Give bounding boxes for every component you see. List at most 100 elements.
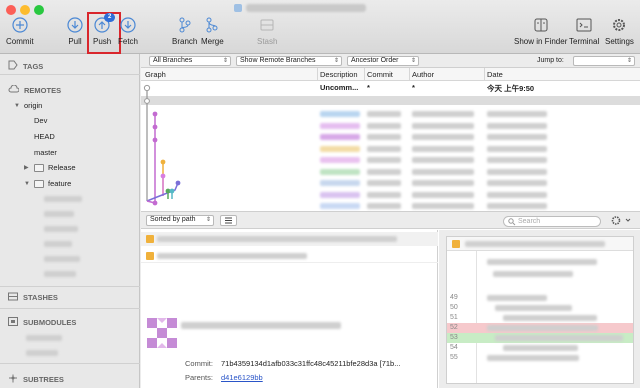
feature-branch-redacted[interactable]: [44, 256, 80, 262]
redacted-text: [487, 203, 547, 209]
push-icon: 2: [93, 13, 116, 34]
commit-label: Commit:: [185, 359, 213, 368]
commit-hash-value: 71b4359134d1afb033c31ffc48c45211bfe28d3a…: [221, 359, 401, 368]
close-window-button[interactable]: [6, 5, 16, 15]
feature-branch-redacted[interactable]: [44, 241, 72, 247]
sort-dropdown[interactable]: Sorted by path ⇕: [146, 215, 214, 226]
release-label: Release: [48, 163, 76, 172]
redacted-text: [320, 191, 360, 198]
code-redacted: [487, 259, 597, 265]
fetch-button[interactable]: Fetch: [118, 16, 138, 46]
diff-line: 49: [447, 293, 633, 303]
remote-filter-dropdown[interactable]: Show Remote Branches ⇕: [236, 56, 342, 66]
subtree-icon: [8, 374, 18, 385]
push-button[interactable]: 2 Push: [93, 13, 116, 46]
sidebar-section-remotes[interactable]: REMOTES: [8, 84, 61, 95]
chevron-updown-icon: ⇕: [626, 58, 632, 64]
file-row[interactable]: [141, 249, 438, 263]
redacted-text: [487, 111, 547, 117]
repo-icon: [234, 4, 242, 12]
minimize-window-button[interactable]: [20, 5, 30, 15]
sidebar-section-submodules[interactable]: SUBMODULES: [8, 317, 76, 328]
feature-branch-redacted[interactable]: [44, 271, 76, 277]
remote-filter-value: Show Remote Branches: [240, 57, 316, 64]
parent-hash-link[interactable]: d41e6129bb: [221, 373, 263, 382]
settings-dropdown-button[interactable]: [609, 215, 635, 226]
terminal-button[interactable]: Terminal: [569, 16, 599, 46]
commit-icon: [11, 16, 29, 34]
uncommitted-author: *: [412, 83, 415, 92]
commit-button[interactable]: Commit: [6, 16, 34, 46]
jump-to-dropdown[interactable]: ⇕: [573, 56, 635, 66]
uncommitted-description: Uncomm...: [320, 83, 359, 92]
sort-value: Sorted by path: [150, 216, 196, 223]
redacted-text: [367, 122, 401, 129]
redacted-text: [487, 191, 547, 198]
line-number: 52: [450, 324, 458, 331]
settings-label: Settings: [605, 37, 634, 46]
sidebar-section-subtrees[interactable]: SUBTREES: [8, 374, 64, 385]
stashes-heading: STASHES: [23, 293, 58, 302]
feature-branch-redacted[interactable]: [44, 226, 78, 232]
feature-branch-redacted[interactable]: [44, 196, 82, 202]
stash-icon: [258, 16, 276, 34]
commit-column-header[interactable]: Commit: [367, 70, 393, 79]
tags-heading: TAGS: [23, 61, 44, 71]
dev-label: Dev: [34, 116, 48, 125]
submodule-item-redacted[interactable]: [26, 350, 58, 356]
order-dropdown[interactable]: Ancestor Order ⇕: [347, 56, 419, 66]
feature-branch-redacted[interactable]: [44, 211, 74, 217]
stash-button[interactable]: Stash: [257, 16, 277, 46]
disclosure-closed-icon: ▶: [24, 165, 29, 171]
author-column-header[interactable]: Author: [412, 70, 434, 79]
file-search-input[interactable]: Search: [503, 216, 601, 227]
sidebar-item-master[interactable]: master: [34, 148, 57, 157]
line-number: 55: [450, 354, 458, 361]
submodule-item-redacted[interactable]: [26, 335, 62, 341]
terminal-icon: [575, 16, 593, 34]
redacted-text: [412, 122, 474, 129]
sidebar-item-dev[interactable]: Dev: [34, 116, 47, 125]
zoom-window-button[interactable]: [34, 5, 44, 15]
filter-bar: All Branches ⇕ Show Remote Branches ⇕ An…: [141, 54, 640, 68]
sidebar-item-head[interactable]: HEAD: [34, 132, 55, 141]
branch-label: Branch: [172, 37, 198, 46]
redacted-text: [412, 157, 474, 163]
toolbar: Commit Pull 2 Push Fetch Branch Merge St…: [0, 0, 640, 54]
branch-button[interactable]: Branch: [172, 16, 197, 46]
file-row-selected[interactable]: [141, 232, 438, 246]
file-path-redacted: [157, 253, 307, 259]
sidebar-item-release[interactable]: ▶ Release: [24, 163, 76, 172]
code-redacted: [487, 325, 598, 331]
redacted-text: [487, 122, 547, 129]
merge-button[interactable]: Merge: [201, 16, 224, 46]
branches-filter-dropdown[interactable]: All Branches ⇕: [149, 56, 231, 66]
sidebar-section-stashes[interactable]: STASHES: [8, 292, 58, 303]
sidebar-item-origin[interactable]: ▼ origin: [14, 101, 42, 110]
window-title-redacted: [246, 4, 366, 12]
commit-message-redacted: [181, 322, 341, 329]
sidebar-section-tags[interactable]: TAGS: [8, 60, 43, 72]
date-column-header[interactable]: Date: [487, 70, 503, 79]
stash-label: Stash: [257, 37, 278, 46]
redacted-text: [367, 191, 401, 198]
pull-button[interactable]: Pull: [66, 16, 84, 46]
redacted-text: [487, 157, 547, 163]
feature-label: feature: [48, 179, 72, 188]
parents-label: Parents:: [185, 373, 213, 382]
show-in-finder-button[interactable]: Show in Finder: [514, 16, 567, 46]
fetch-icon: [119, 16, 137, 34]
redacted-text: [320, 145, 360, 152]
disclosure-open-icon: ▼: [14, 102, 20, 109]
redacted-text: [367, 168, 401, 175]
subtrees-heading: SUBTREES: [23, 375, 64, 384]
head-label: HEAD: [34, 132, 55, 141]
line-number: 54: [450, 344, 458, 351]
sidebar-item-feature[interactable]: ▼ feature: [24, 179, 71, 188]
origin-label: origin: [24, 101, 43, 110]
redacted-text: [320, 157, 360, 163]
list-view-toggle-button[interactable]: [220, 215, 237, 226]
settings-button[interactable]: Settings: [605, 16, 634, 46]
graph-column-header[interactable]: Graph: [145, 70, 166, 79]
description-column-header[interactable]: Description: [320, 70, 358, 79]
